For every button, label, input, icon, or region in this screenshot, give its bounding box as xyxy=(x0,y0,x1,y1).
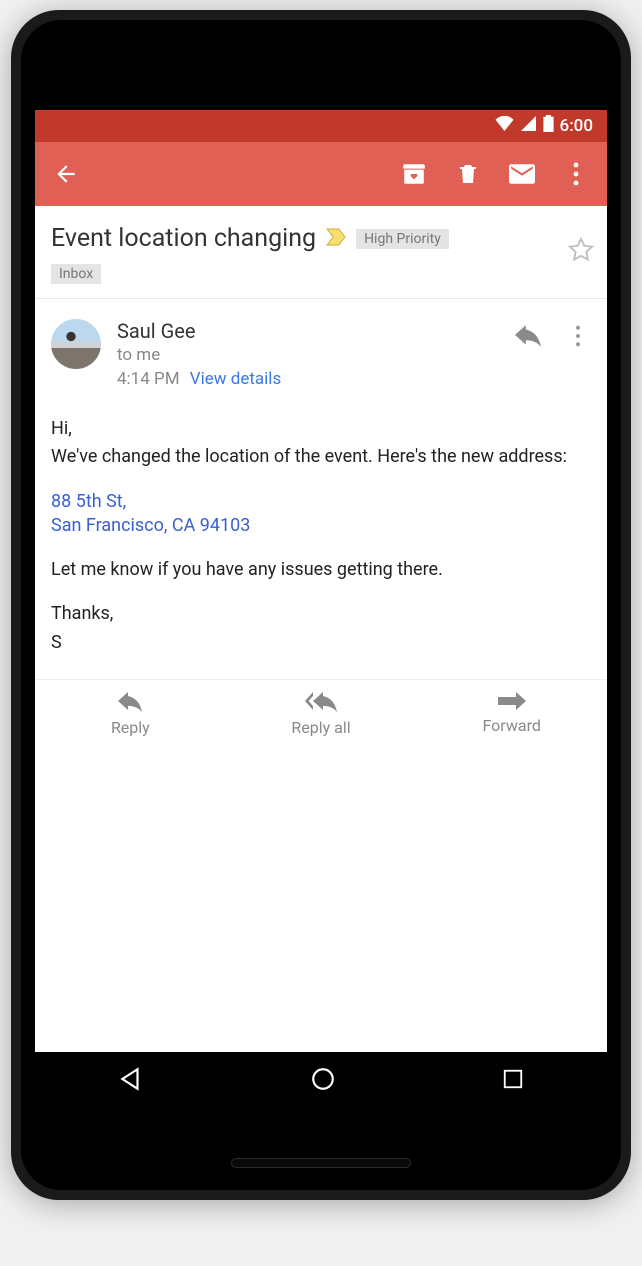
battery-icon xyxy=(543,115,554,137)
reply-icon-button[interactable] xyxy=(515,323,541,349)
android-nav-bar xyxy=(35,1052,607,1110)
screen: 6:00 xyxy=(35,110,607,1110)
star-button[interactable] xyxy=(567,236,595,268)
status-time: 6:00 xyxy=(560,116,593,136)
sender-avatar[interactable] xyxy=(51,319,101,369)
sender-block: Saul Gee to me 4:14 PM View details xyxy=(35,299,607,397)
importance-marker-icon[interactable] xyxy=(326,228,346,250)
phone-frame: 6:00 xyxy=(11,10,631,1200)
sender-overflow-button[interactable] xyxy=(565,323,591,349)
subject-area: Event location changing High Priority In… xyxy=(35,206,607,299)
view-details-link[interactable]: View details xyxy=(190,369,281,389)
email-subject: Event location changing xyxy=(51,224,316,253)
wifi-icon xyxy=(495,116,514,136)
sender-name[interactable]: Saul Gee xyxy=(117,319,499,343)
cell-signal-icon xyxy=(520,116,537,136)
status-bar: 6:00 xyxy=(35,110,607,142)
body-signoff-2: S xyxy=(51,631,591,655)
address-link[interactable]: 88 5th St, San Francisco, CA 94103 xyxy=(51,490,591,539)
forward-label: Forward xyxy=(482,716,540,735)
email-time: 4:14 PM xyxy=(117,369,180,389)
body-greeting: Hi, xyxy=(51,417,591,441)
nav-back-button[interactable] xyxy=(118,1066,144,1096)
nav-home-button[interactable] xyxy=(310,1066,336,1096)
email-body: Hi, We've changed the location of the ev… xyxy=(35,397,607,680)
address-line-2: San Francisco, CA 94103 xyxy=(51,515,250,536)
body-line-2: Let me know if you have any issues getti… xyxy=(51,558,591,582)
archive-button[interactable] xyxy=(401,161,427,187)
priority-label-chip[interactable]: High Priority xyxy=(356,229,449,249)
app-bar xyxy=(35,142,607,206)
phone-speaker-bottom xyxy=(231,1158,411,1168)
body-line-1: We've changed the location of the event.… xyxy=(51,445,591,469)
back-button[interactable] xyxy=(53,161,79,187)
mark-unread-button[interactable] xyxy=(509,161,535,187)
address-line-1: 88 5th St, xyxy=(51,491,126,512)
reply-all-label: Reply all xyxy=(291,718,350,737)
overflow-menu-button[interactable] xyxy=(563,161,589,187)
reply-button[interactable]: Reply xyxy=(35,692,226,737)
forward-button[interactable]: Forward xyxy=(416,692,607,737)
delete-button[interactable] xyxy=(455,161,481,187)
action-row: Reply Reply all Forward xyxy=(35,680,607,737)
reply-label: Reply xyxy=(111,718,150,737)
recipient-line: to me xyxy=(117,345,499,365)
nav-recent-button[interactable] xyxy=(502,1068,524,1094)
reply-all-button[interactable]: Reply all xyxy=(226,692,417,737)
body-signoff-1: Thanks, xyxy=(51,602,591,626)
folder-label-chip[interactable]: Inbox xyxy=(51,264,101,284)
